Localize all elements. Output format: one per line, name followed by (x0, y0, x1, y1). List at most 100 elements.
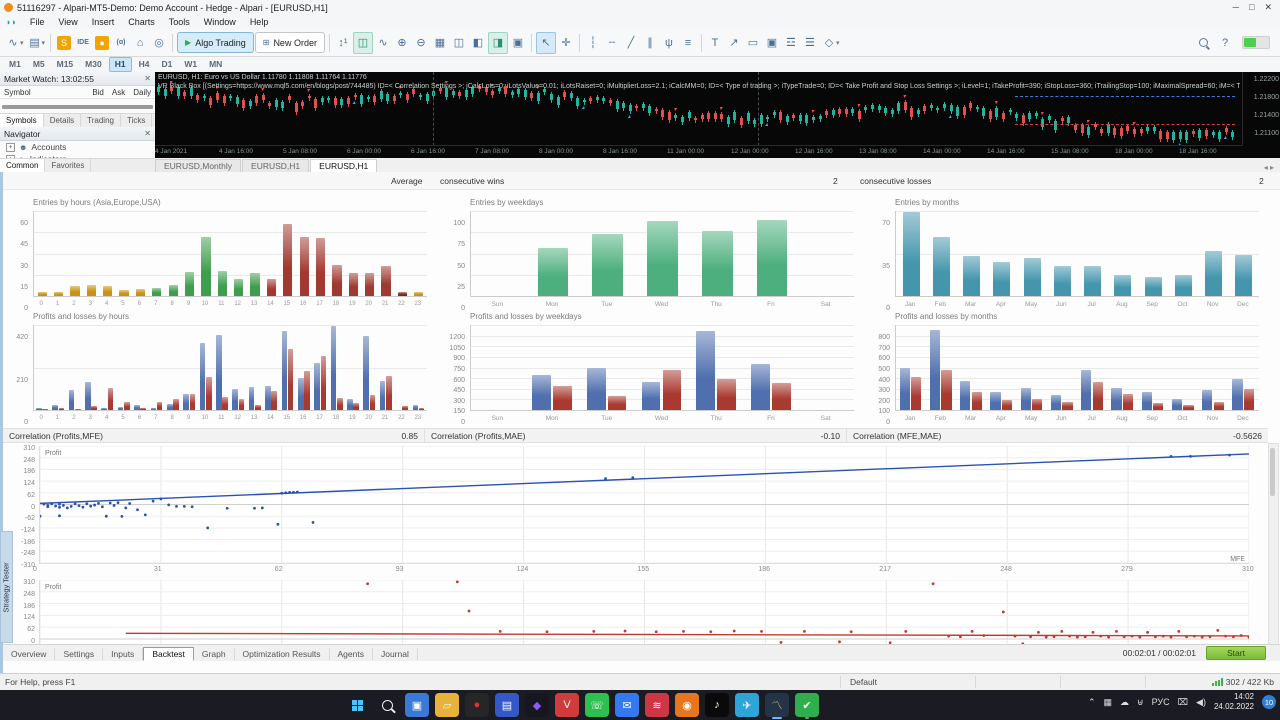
menu-file[interactable]: File (23, 17, 52, 27)
signal-icon[interactable]: (ɑ) (112, 33, 130, 53)
display-icon[interactable]: ⌧ (1178, 697, 1188, 708)
column-ask[interactable]: Ask (108, 88, 129, 97)
chart-tab-2[interactable]: EURUSD,H1 (310, 159, 378, 172)
orange-app-icon[interactable]: ◉ (675, 693, 699, 717)
tester-tab-settings[interactable]: Settings (55, 647, 104, 660)
tile-windows-icon[interactable]: ◫ (450, 33, 468, 53)
menu-view[interactable]: View (51, 17, 84, 27)
timeframe-d1[interactable]: D1 (156, 58, 177, 71)
menu-insert[interactable]: Insert (85, 17, 122, 27)
scale-fix-icon[interactable]: ↕¹ (334, 33, 352, 53)
messenger-icon[interactable]: ✉ (615, 693, 639, 717)
microphone-icon[interactable]: ⊎ (1137, 697, 1144, 708)
dropdown-caret-icon[interactable]: ▾ (836, 39, 840, 47)
tray-app-icon[interactable]: ▦ (1104, 697, 1113, 708)
dropdown-caret-icon[interactable]: ▾ (42, 39, 46, 47)
strategy-tester-side-tab[interactable]: Strategy Tester (0, 531, 13, 643)
red-app-icon[interactable]: ≋ (645, 693, 669, 717)
tester-tab-overview[interactable]: Overview (3, 647, 56, 660)
expand-icon[interactable]: + (6, 142, 15, 152)
notification-badge[interactable]: 10 (1262, 695, 1276, 709)
tiktok-icon[interactable]: ♪ (705, 693, 729, 717)
alerts-icon[interactable]: ⌂ (131, 33, 149, 53)
market-watch-tab-trading[interactable]: Trading (81, 114, 121, 127)
navigator-tab-favorites[interactable]: Favorites (45, 159, 92, 172)
tester-scrollbar[interactable] (1268, 443, 1279, 661)
navigator-item-accounts[interactable]: + ☻ Accounts (0, 141, 155, 153)
tester-tab-inputs[interactable]: Inputs (103, 647, 144, 660)
tray-expand-icon[interactable]: ⌃ (1088, 697, 1096, 708)
close-icon[interactable]: ✕ (144, 74, 151, 83)
timeframe-h1[interactable]: H1 (108, 57, 132, 72)
start-button[interactable]: Start (1206, 646, 1266, 660)
lock-icon[interactable]: ● (95, 35, 110, 50)
language-indicator[interactable]: РУС (1152, 697, 1170, 707)
menu-window[interactable]: Window (197, 17, 243, 27)
antivirus-shield-icon[interactable]: ✔ (795, 693, 819, 719)
arrow-icon[interactable]: ↗ (725, 33, 743, 53)
vertical-line-icon[interactable]: ┆ (584, 33, 602, 53)
search-icon[interactable] (1199, 38, 1208, 47)
algo-trading-button[interactable]: ▶ Algo Trading (177, 32, 254, 53)
volume-icon[interactable]: ◀) (1196, 697, 1206, 708)
trendline-icon[interactable]: ╱ (622, 33, 640, 53)
close-icon[interactable]: ✕ (144, 129, 151, 138)
dock-right-icon[interactable]: ◧ (469, 33, 487, 53)
ide-icon[interactable]: IDE (74, 33, 92, 53)
tick-chart-icon[interactable]: ◫ (352, 31, 373, 54)
menu-help[interactable]: Help (243, 17, 276, 27)
fibonacci-icon[interactable]: ≡ (679, 33, 697, 53)
shapes-icon[interactable]: ▭ (744, 33, 762, 53)
andrews-pitchfork-icon[interactable]: ψ (660, 33, 678, 53)
column-bid[interactable]: Bid (88, 88, 108, 97)
column-symbol[interactable]: Symbol (0, 88, 88, 97)
timeframe-m15[interactable]: M15 (52, 58, 79, 71)
market-watch-tab-ticks[interactable]: Ticks (121, 114, 153, 127)
screenshot-icon[interactable]: ▣ (509, 33, 527, 53)
help-icon[interactable]: ? (1216, 33, 1234, 53)
column-daily[interactable]: Daily (129, 88, 155, 97)
tester-tab-optimization-results[interactable]: Optimization Results (235, 647, 330, 660)
price-chart[interactable]: ▾ ▾ ▾ ▾ ▴ ▾ ▾ ▾ ▾ ▴ ▴ ▾ ▾ ▴ ▾ ▾ ▾ ▴ ▾ ▾ ▾ ▾ ▴ ▴ EURUSD, H1: Eur… (155, 72, 1280, 158)
horizontal-line-icon[interactable]: ╌ (603, 33, 621, 53)
widgets-icon[interactable]: ▣ (405, 693, 429, 717)
new-order-button[interactable]: ⊞ New Order (254, 32, 325, 53)
tester-tab-agents[interactable]: Agents (330, 647, 373, 660)
profile-name[interactable]: Default (850, 677, 877, 687)
dock-left-icon[interactable]: ◨ (487, 31, 508, 54)
chart-tab-0[interactable]: EURUSD,Monthly (155, 159, 242, 172)
maximize-button[interactable]: □ (1249, 2, 1254, 13)
metatrader-icon[interactable]: 〽 (765, 693, 789, 719)
chart-tab-1[interactable]: EURUSD,H1 (242, 159, 310, 172)
grid-icon[interactable]: ▦ (431, 33, 449, 53)
community-icon[interactable]: ◎ (150, 33, 168, 53)
close-button[interactable]: ✕ (1264, 2, 1272, 13)
zoom-out-icon[interactable]: ⊖ (412, 33, 430, 53)
market-watch-splitter[interactable] (2, 105, 153, 109)
save-app-icon[interactable]: ▤ (495, 693, 519, 717)
timeframe-m30[interactable]: M30 (80, 58, 107, 71)
timeframe-h4[interactable]: H4 (134, 58, 155, 71)
minimize-button[interactable]: ─ (1233, 2, 1239, 13)
dropdown-caret-icon[interactable]: ▾ (20, 39, 24, 47)
menu-tools[interactable]: Tools (162, 17, 197, 27)
file-explorer-icon[interactable]: ▱ (435, 693, 459, 717)
windows-start-icon[interactable] (345, 693, 369, 717)
timeframe-m1[interactable]: M1 (4, 58, 26, 71)
purple-app-icon[interactable]: ◆ (525, 693, 549, 717)
tester-tab-backtest[interactable]: Backtest (143, 646, 194, 661)
connection-status-toggle[interactable] (1242, 36, 1270, 49)
onedrive-icon[interactable]: ☁ (1120, 697, 1129, 708)
chart-tab-scroll-arrows[interactable]: ◂ ▸ (1264, 163, 1280, 172)
zoom-in-icon[interactable]: ⊕ (393, 33, 411, 53)
menu-charts[interactable]: Charts (121, 17, 162, 27)
search-icon[interactable] (375, 693, 399, 717)
vivaldi-icon[interactable]: V (555, 693, 579, 717)
whatsapp-icon[interactable]: ☏ (585, 693, 609, 717)
tester-tab-graph[interactable]: Graph (194, 647, 235, 660)
channel-icon[interactable]: ∥ (641, 33, 659, 53)
zigzag-icon[interactable]: ∿ (374, 33, 392, 53)
browser-icon[interactable]: ● (465, 693, 489, 717)
taskbar-clock[interactable]: 14:02 24.02.2022 (1214, 692, 1254, 712)
label-icon[interactable]: ▣ (763, 33, 781, 53)
